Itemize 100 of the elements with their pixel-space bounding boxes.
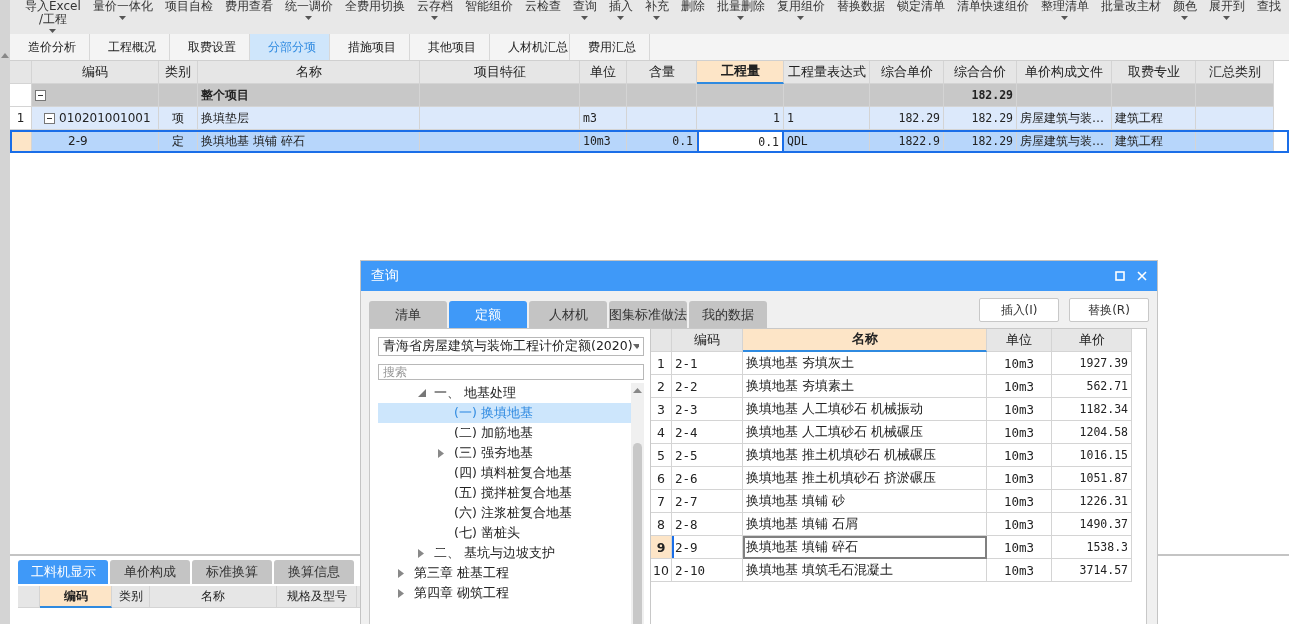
toolbar-button[interactable]: 云存档 [411, 0, 458, 20]
column-header[interactable]: 含量 [627, 61, 697, 84]
tree-item[interactable]: (五) 搅拌桩复合地基 [378, 483, 631, 503]
column-header[interactable]: 类别 [159, 61, 198, 84]
column-header[interactable]: 规格及型号 [277, 586, 357, 608]
toolbar-button[interactable]: 智能组价 [459, 0, 518, 13]
tree-item[interactable]: (七) 凿桩头 [378, 523, 631, 543]
toolbar-button[interactable]: 批量删除 [711, 0, 770, 20]
up-arrow-icon[interactable] [633, 387, 642, 393]
row-number[interactable]: 3 [651, 398, 672, 421]
tree-item[interactable]: (三) 强夯地基 [378, 443, 631, 463]
tree-item[interactable]: 一、 地基处理 [378, 383, 631, 403]
toolbar-button[interactable]: 展开到 [1203, 0, 1250, 20]
row-number[interactable]: 7 [651, 490, 672, 513]
scrollbar[interactable] [631, 383, 644, 624]
toolbar-button[interactable]: 整理清单 [1035, 0, 1094, 20]
toolbar-button[interactable]: 全费用切换 [339, 0, 410, 13]
column-header[interactable]: 名称 [198, 61, 420, 84]
row-number[interactable]: 2 [651, 375, 672, 398]
search-field[interactable]: 搜索 [378, 364, 644, 380]
table-cell: 10m3 [987, 444, 1052, 467]
column-header[interactable]: 工程量 [697, 61, 784, 84]
table-cell: 换填地基 填筑毛石混凝土 [743, 559, 987, 582]
table-cell: 10m3 [987, 513, 1052, 536]
toolbar-button[interactable]: 复用组价 [771, 0, 830, 20]
toolbar-button[interactable]: 批量改主材 [1095, 0, 1166, 13]
expanded-triangle-icon[interactable] [418, 389, 428, 397]
column-header[interactable]: 编码 [672, 329, 743, 352]
toolbar-button[interactable]: 项目自检 [159, 0, 218, 13]
toolbar-button[interactable]: 量价一体化 [87, 0, 158, 20]
caret-icon [617, 16, 625, 20]
tree-item[interactable]: (六) 注浆桩复合地基 [378, 503, 631, 523]
tab[interactable]: 人材机 [529, 301, 607, 328]
tab[interactable]: 清单 [369, 301, 447, 328]
row-number[interactable]: 9 [651, 536, 672, 559]
toolbar-button[interactable]: 统一调价 [279, 0, 338, 20]
tree-item[interactable]: (二) 加筋地基 [378, 423, 631, 443]
column-header[interactable]: 综合单价 [870, 61, 944, 84]
tab[interactable]: 标准换算 [192, 560, 272, 584]
tab[interactable]: 换算信息 [274, 560, 354, 584]
table-cell [627, 84, 697, 107]
toolbar-button[interactable]: 查询 [567, 0, 602, 20]
tab[interactable]: 单价构成 [110, 560, 190, 584]
table-cell [627, 107, 697, 130]
table-cell: 3714.57 [1052, 559, 1132, 582]
table-cell: 换填地基 填铺 砂 [743, 490, 987, 513]
scrollbar[interactable] [0, 0, 10, 624]
column-header[interactable]: 单价 [1052, 329, 1132, 352]
quantity-input[interactable]: 0.1 [697, 130, 784, 153]
table-cell: 建筑工程 [1112, 107, 1196, 130]
row-number[interactable]: 6 [651, 467, 672, 490]
dialog-button[interactable]: 替换(R) [1069, 298, 1149, 322]
toolbar-button[interactable]: 清单快速组价 [951, 0, 1034, 13]
tab[interactable]: 图集标准做法 [609, 301, 687, 328]
column-header[interactable]: 综合合价 [944, 61, 1017, 84]
table-cell: 1 [697, 107, 784, 130]
row-number[interactable]: 1 [651, 352, 672, 375]
row-number[interactable]: 10 [651, 559, 672, 582]
toolbar-button[interactable]: 插入 [603, 0, 638, 20]
column-header[interactable]: 类别 [112, 586, 150, 608]
toolbar-button[interactable]: 云检查 [519, 0, 566, 13]
row-number[interactable]: 4 [651, 421, 672, 444]
table-row[interactable]: 1 010201001001 项 换填垫层 m3 1 1 182.29 182.29 房屋建筑与装… 建筑工程 [10, 107, 1289, 130]
column-header[interactable]: 名称 [150, 586, 277, 608]
up-arrow-icon[interactable] [1, 52, 9, 58]
table-row[interactable]: 整个项目 182.29 [10, 84, 1289, 107]
maximize-icon[interactable] [1115, 271, 1125, 281]
toolbar-button[interactable]: 查找 [1251, 0, 1286, 13]
toolbar-button[interactable]: 颜色 [1167, 0, 1202, 20]
table-cell: 换填地基 填铺 石屑 [743, 513, 987, 536]
tree-item[interactable]: (四) 填料桩复合地基 [378, 463, 631, 483]
column-header[interactable]: 编码 [40, 586, 112, 608]
table-cell [580, 84, 627, 107]
toolbar-button[interactable]: 锁定清单 [891, 0, 950, 13]
column-header[interactable]: 单位 [987, 329, 1052, 352]
column-header[interactable]: 单位 [580, 61, 627, 84]
toolbar-button[interactable]: 替换数据 [831, 0, 890, 13]
toolbar-button[interactable]: 导入Excel /工程 [20, 0, 86, 33]
dialog-button[interactable]: 插入(I) [979, 298, 1059, 322]
row-number[interactable]: 5 [651, 444, 672, 467]
collapse-icon[interactable] [44, 112, 55, 124]
collapse-icon[interactable] [35, 89, 46, 101]
column-header[interactable]: 单价构成文件 [1017, 61, 1112, 84]
tree-item[interactable]: 第四章 砌筑工程 [378, 583, 631, 603]
toolbar-button[interactable]: 补充 [639, 0, 674, 20]
column-header[interactable]: 工程量表达式 [784, 61, 870, 84]
toolbar-button[interactable]: 删除 [675, 0, 710, 13]
tree-item[interactable]: 第三章 桩基工程 [378, 563, 631, 583]
tree-item[interactable]: 二、 基坑与边坡支护 [378, 543, 631, 563]
column-header[interactable]: 汇总类别 [1196, 61, 1274, 84]
tab[interactable]: 我的数据 [689, 301, 767, 328]
column-header[interactable]: 编码 [32, 61, 159, 84]
close-icon[interactable] [1137, 271, 1147, 281]
table-cell: 换填地基 夯填灰土 [743, 352, 987, 375]
column-header[interactable]: 取费专业 [1112, 61, 1196, 84]
selected-row-outline[interactable]: 2-9 定 换填地基 填铺 碎石 10m3 0.1 0.1 QDL 1822.9 182.29 房屋建筑与装… 建筑工程 [10, 130, 1289, 153]
toolbar-button[interactable]: 费用查看 [219, 0, 278, 13]
library-dropdown[interactable]: 青海省房屋建筑与装饰工程计价定额(2020) [378, 337, 644, 356]
column-header[interactable]: 项目特征 [420, 61, 580, 84]
column-header[interactable]: 名称 [743, 329, 987, 352]
